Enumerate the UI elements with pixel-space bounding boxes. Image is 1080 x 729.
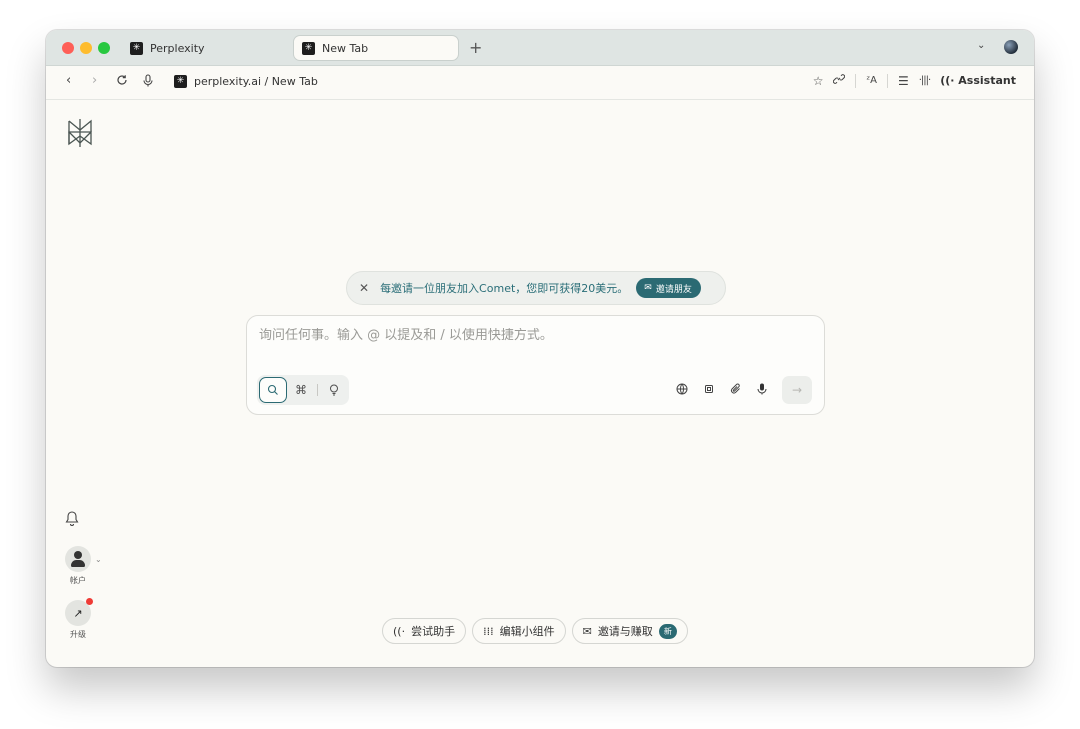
submit-button[interactable]: → [782,376,812,404]
perplexity-logo-icon[interactable] [66,118,94,148]
perplexity-favicon-icon: ✳ [130,41,143,55]
notification-dot [86,598,93,605]
search-input[interactable] [259,328,809,343]
account-label: 帐户 [70,576,86,585]
minimize-window-button[interactable] [80,42,92,54]
perplexity-favicon-icon: ✳ [174,75,187,88]
chevron-down-icon: ⌄ [95,555,102,564]
reload-button[interactable] [116,74,128,89]
tab-list-dropdown-icon[interactable]: ⌄ [977,40,985,51]
invite-friends-button[interactable]: ✉ 邀请朋友 [636,278,701,298]
assistant-icon: ((· [393,624,406,638]
translate-icon[interactable]: ᶻA [866,75,877,86]
tab-label: Perplexity [150,41,205,55]
profile-globe-icon[interactable] [1004,40,1018,54]
browser-window: ✳ Perplexity ✳ New Tab + ⌄ ‹ › ✳ perplex… [46,30,1034,667]
mail-icon: ✉ [582,624,592,638]
assistant-button[interactable]: ((· Assistant [940,74,1016,87]
search-mode-button[interactable] [259,377,287,403]
toolbar-actions: ☆ ᶻA ☰ ·|||· ((· Assistant [813,73,1016,88]
invite-and-earn-button[interactable]: ✉ 邀请与赚取 新 [571,618,688,644]
tab-perplexity[interactable]: ✳ Perplexity [122,35,282,61]
grid-icon: ⁞⁞⁞ [483,624,494,638]
banner-text: 每邀请一位朋友加入Comet，您即可获得20美元。 [380,282,629,295]
mail-icon: ✉ [644,283,652,293]
close-window-button[interactable] [62,42,74,54]
reload-icon [117,75,127,85]
audio-waveform-icon[interactable]: ·|||· [919,75,932,86]
microphone-icon[interactable] [142,74,154,90]
toolbar-divider [855,73,857,88]
tab-new-tab[interactable]: ✳ New Tab [293,35,459,61]
globe-icon[interactable] [676,383,688,398]
notifications-button[interactable] [65,510,79,526]
close-banner-icon[interactable]: ✕ [359,281,369,295]
chip-icon[interactable] [703,383,715,398]
tab-strip: ✳ Perplexity ✳ New Tab + ⌄ [46,30,1034,66]
new-badge: 新 [658,623,677,639]
copy-link-icon[interactable] [833,73,846,88]
new-tab-button[interactable]: + [469,38,482,57]
try-assistant-button[interactable]: ((· 尝试助手 [382,618,467,644]
edit-widgets-button[interactable]: ⁞⁞⁞ 编辑小组件 [472,618,566,644]
lightbulb-icon [330,384,338,396]
account-button[interactable]: ⌄ 帐户 [65,546,102,586]
avatar-icon [65,546,91,572]
bell-icon [65,511,79,526]
reader-mode-icon[interactable]: ☰ [898,74,909,88]
zoom-window-button[interactable] [98,42,110,54]
search-tools: → [676,376,812,404]
paperclip-icon[interactable] [730,383,742,398]
upgrade-arrow-icon: ↗ [65,598,93,626]
tab-label: New Tab [322,41,369,55]
address-bar: ‹ › ✳ perplexity.ai / New Tab ☆ ᶻA ☰ ·||… [46,66,1034,100]
forward-button[interactable]: › [92,74,97,87]
new-tab-page: ✕ 每邀请一位朋友加入Comet，您即可获得20美元。 ✉ 邀请朋友 ⌘ [46,100,1034,667]
search-mode-selector: ⌘ [257,375,349,405]
research-mode-button[interactable]: ⌘ [287,377,315,403]
labs-mode-button[interactable] [320,377,348,403]
url-text: perplexity.ai / New Tab [194,75,318,88]
perplexity-favicon-icon: ✳ [302,41,315,55]
referral-banner: ✕ 每邀请一位朋友加入Comet，您即可获得20美元。 ✉ 邀请朋友 [346,271,726,305]
arrow-right-icon: → [791,383,803,397]
search-box: ⌘ → [246,315,825,415]
bottom-actions: ((· 尝试助手 ⁞⁞⁞ 编辑小组件 ✉ 邀请与赚取 新 [382,618,688,644]
search-icon [267,384,278,395]
microphone-icon[interactable] [757,383,767,398]
toolbar-divider [886,73,888,88]
research-icon: ⌘ [295,383,307,397]
upgrade-label: 升级 [70,630,86,639]
bookmark-star-icon[interactable]: ☆ [813,74,824,88]
mode-divider [317,384,318,396]
upgrade-button[interactable]: ↗ 升级 [65,598,93,640]
url-field[interactable]: ✳ perplexity.ai / New Tab [174,75,318,88]
assistant-icon: ((· [940,74,955,87]
back-button[interactable]: ‹ [66,74,71,87]
